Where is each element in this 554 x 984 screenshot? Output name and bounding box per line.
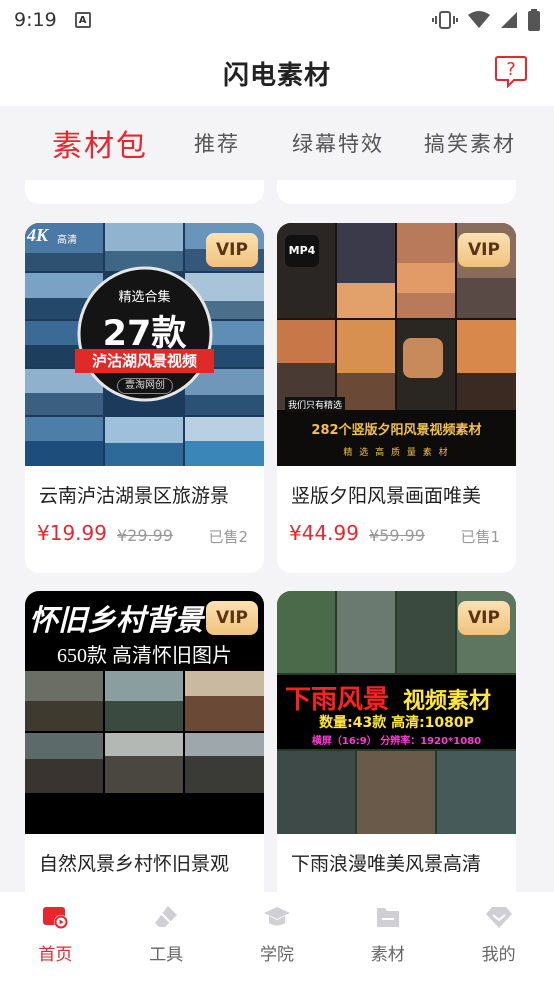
product-thumbnail: MP4 我们只有精选 282个竖版夕阳风景视频素材 精 选 高 质 量 素 材 …	[277, 223, 516, 466]
product-price: ¥19.99	[37, 521, 107, 545]
thumb-format-badge: MP4	[285, 235, 319, 267]
bottom-navigation: 首页 工具 学院 素材 我的	[0, 892, 554, 984]
tab-material-pack[interactable]: 素材包	[52, 121, 148, 165]
product-card[interactable]: 下雨风景 视频素材 数量:43款 高清:1080P 横屏（16:9） 分辨率：1…	[277, 591, 516, 892]
vibrate-icon	[432, 11, 458, 29]
product-card[interactable]: MP4 我们只有精选 282个竖版夕阳风景视频素材 精 选 高 质 量 素 材 …	[277, 223, 516, 573]
thumb-corner-sublabel: 高清	[57, 235, 77, 246]
notification-a-icon: A	[74, 12, 91, 28]
folder-icon	[376, 908, 399, 927]
eraser-icon	[155, 906, 178, 927]
nav-mine[interactable]: 我的	[443, 892, 554, 984]
wifi-icon	[468, 11, 490, 28]
product-original-price: ¥59.99	[369, 526, 425, 545]
thumb-line1: 数量:43款 高清:1080P	[319, 715, 474, 731]
nav-academy[interactable]: 学院	[222, 892, 333, 984]
nav-label: 首页	[38, 945, 73, 965]
vip-badge: VIP	[458, 601, 510, 635]
page-title: 闪电素材	[222, 60, 331, 91]
product-thumbnail: 怀旧乡村背景 650款 高清怀旧图片 VIP	[25, 591, 264, 834]
thumb-ribbon: 泸沽湖风景视频	[75, 349, 214, 373]
thumb-subline: 650款 高清怀旧图片	[57, 645, 232, 667]
product-title: 下雨浪漫唯美风景高清	[291, 853, 482, 875]
thumb-corner-label: 4K	[27, 225, 49, 245]
thumb-headline-red: 下雨风景	[285, 685, 390, 715]
status-time: 9:19	[14, 9, 57, 31]
thumb-headline-yellow: 视频素材	[403, 689, 492, 714]
product-sold-count: 已售1	[460, 528, 500, 546]
card-partial-top-right	[277, 180, 516, 204]
thumb-line2: 横屏（16:9） 分辨率：1920*1080	[311, 736, 482, 747]
tab-green-screen[interactable]: 绿幕特效	[292, 128, 384, 158]
tab-funny[interactable]: 搞笑素材	[424, 128, 516, 158]
cell-signal-icon	[501, 12, 517, 28]
product-title: 自然风景乡村怀旧景观	[39, 853, 230, 875]
product-grid[interactable]: 4K 高清 精选合集 27款 泸沽湖风景视频 壹淘网创 VIP 云南泸沽湖景区旅…	[0, 180, 554, 892]
category-tabs: 素材包 推荐 绿幕特效 搞笑素材	[0, 106, 554, 180]
thumb-top-label: 精选合集	[118, 290, 171, 305]
product-sold-count: 已售2	[208, 528, 248, 546]
thumb-line1: 282个竖版夕阳风景视频素材	[311, 423, 482, 438]
graduation-cap-icon	[263, 907, 290, 926]
product-title: 云南泸沽湖景区旅游景	[39, 485, 230, 507]
help-question-icon[interactable]: ?	[494, 54, 528, 88]
status-bar: 9:19 A	[0, 0, 554, 40]
home-play-icon	[43, 907, 69, 929]
vip-badge: VIP	[206, 233, 258, 267]
nav-label: 素材	[370, 945, 405, 965]
thumb-small-label: 壹淘网创	[117, 378, 173, 394]
svg-text:?: ?	[506, 59, 516, 80]
product-thumbnail: 4K 高清 精选合集 27款 泸沽湖风景视频 壹淘网创 VIP	[25, 223, 264, 466]
nav-label: 学院	[259, 945, 294, 965]
nav-label: 工具	[149, 945, 184, 965]
battery-icon	[528, 9, 540, 31]
product-title: 竖版夕阳风景画面唯美	[291, 485, 482, 507]
thumb-headline: 怀旧乡村背景	[29, 603, 204, 637]
status-icons	[432, 9, 540, 31]
diamond-icon	[485, 907, 512, 928]
card-partial-top-left	[25, 180, 264, 204]
product-card[interactable]: 怀旧乡村背景 650款 高清怀旧图片 VIP 自然风景乡村怀旧景观	[25, 591, 264, 892]
thumb-line2: 精 选 高 质 量 素 材	[343, 448, 450, 458]
thumb-tag: 我们只有精选	[285, 397, 346, 412]
nav-materials[interactable]: 素材	[332, 892, 443, 984]
nav-label: 我的	[481, 945, 516, 965]
app-header: 闪电素材 ?	[0, 40, 554, 106]
tab-recommend[interactable]: 推荐	[194, 128, 240, 158]
product-original-price: ¥29.99	[117, 526, 173, 545]
nav-tools[interactable]: 工具	[111, 892, 222, 984]
product-thumbnail: 下雨风景 视频素材 数量:43款 高清:1080P 横屏（16:9） 分辨率：1…	[277, 591, 516, 834]
product-price: ¥44.99	[289, 521, 359, 545]
product-card[interactable]: 4K 高清 精选合集 27款 泸沽湖风景视频 壹淘网创 VIP 云南泸沽湖景区旅…	[25, 223, 264, 573]
vip-badge: VIP	[458, 233, 510, 267]
nav-home[interactable]: 首页	[0, 892, 111, 984]
vip-badge: VIP	[206, 601, 258, 635]
